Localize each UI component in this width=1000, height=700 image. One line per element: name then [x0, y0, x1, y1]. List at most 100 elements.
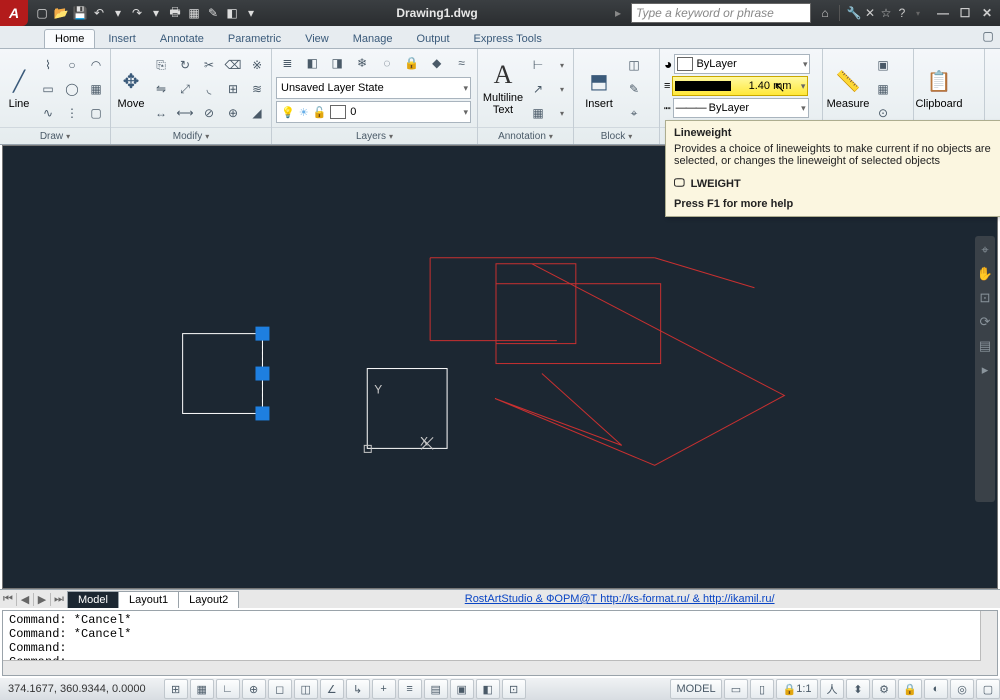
save-icon[interactable]: 💾 — [72, 5, 88, 21]
mirror-icon[interactable]: ⇋ — [149, 77, 173, 101]
region-icon[interactable]: ▢ — [84, 101, 108, 125]
steering-wheel-icon[interactable]: ⌖ — [981, 242, 988, 258]
snap-icon[interactable]: ⊞ — [164, 679, 188, 699]
redo-icon[interactable]: ↷ — [129, 5, 145, 21]
minimize-button[interactable]: — — [934, 6, 952, 20]
tab-view[interactable]: View — [294, 29, 340, 48]
anno-scale[interactable]: 🔒 1:1 — [776, 679, 818, 699]
color-wheel-icon[interactable]: ◕ — [664, 56, 672, 72]
leader-icon[interactable]: ↗ — [526, 77, 550, 101]
measure-button[interactable]: 📏Measure — [827, 53, 869, 123]
tab-parametric[interactable]: Parametric — [217, 29, 292, 48]
panel-draw-title[interactable]: Draw▾ — [0, 127, 110, 144]
fillet-icon[interactable]: ◟ — [197, 77, 221, 101]
workspace-icon[interactable]: ⚙ — [872, 679, 896, 699]
table-icon[interactable]: ▦ — [526, 101, 550, 125]
point-icon[interactable]: ⋮ — [60, 101, 84, 125]
tab-express[interactable]: Express Tools — [463, 29, 553, 48]
plot-preview-icon[interactable]: ▦ — [186, 5, 202, 21]
polar-icon[interactable]: ⊕ — [242, 679, 266, 699]
properties-icon[interactable]: ◧ — [224, 5, 240, 21]
trim-icon[interactable]: ✂ — [197, 53, 221, 77]
copy-icon[interactable]: ⎘ — [149, 53, 173, 77]
tab-manage[interactable]: Manage — [342, 29, 404, 48]
quickview-layouts-icon[interactable]: ▭ — [724, 679, 748, 699]
layout-1[interactable]: Layout1 — [118, 591, 179, 608]
array-icon[interactable]: ⊞ — [221, 77, 245, 101]
nav-collapse-icon[interactable]: ▸ — [982, 362, 989, 378]
attr-edit-icon[interactable]: ⌖ — [622, 101, 646, 125]
tpy-icon[interactable]: ▤ — [424, 679, 448, 699]
scale-icon[interactable]: ⤢ — [173, 77, 197, 101]
line-button[interactable]: ╱Line — [4, 53, 34, 123]
redo-history-icon[interactable]: ▾ — [148, 5, 164, 21]
dim-drop-icon[interactable]: ▾ — [550, 53, 574, 77]
open-icon[interactable]: 📂 — [53, 5, 69, 21]
command-window[interactable]: Command: *Cancel* Command: *Cancel* Comm… — [2, 610, 998, 676]
favorite-icon[interactable]: ☆ — [878, 5, 894, 21]
hardware-accel-icon[interactable]: ◐ — [924, 679, 948, 699]
undo-icon[interactable]: ↶ — [91, 5, 107, 21]
close-button[interactable]: ✕ — [978, 6, 996, 20]
cmd-vscroll[interactable] — [980, 611, 997, 675]
insert-button[interactable]: ⬒Insert — [578, 53, 620, 123]
rotate-icon[interactable]: ↻ — [173, 53, 197, 77]
tab-annotate[interactable]: Annotate — [149, 29, 215, 48]
quickview-drawings-icon[interactable]: ▯ — [750, 679, 774, 699]
ad-link[interactable]: RostArtStudio & ФОРМ@Т http://ks-format.… — [239, 593, 1000, 605]
hatch-icon[interactable]: ▦ — [84, 77, 108, 101]
exchange-icon[interactable]: ✕ — [862, 5, 878, 21]
paste-button[interactable]: 📋Clipboard — [918, 53, 960, 123]
linetype-combo[interactable]: ———ByLayer▾ — [673, 98, 809, 118]
lwt-icon[interactable]: ≡ — [398, 679, 422, 699]
layer-make-icon[interactable]: ◆ — [425, 51, 448, 75]
nav-bar[interactable]: ⌖ ✋ ⊡ ⟳ ▤ ▸ — [975, 236, 995, 502]
tab-insert[interactable]: Insert — [97, 29, 147, 48]
layout-2[interactable]: Layout2 — [178, 591, 239, 608]
move-button[interactable]: ✥Move — [115, 53, 147, 123]
layer-current-combo[interactable]: 💡☀🔓0▾ — [276, 101, 471, 123]
infocenter-icon[interactable]: ⌂ — [817, 5, 833, 21]
table-drop-icon[interactable]: ▾ — [550, 101, 574, 125]
color-combo[interactable]: ByLayer▾ — [674, 54, 810, 74]
layout-prev-icon[interactable]: ◀ — [17, 593, 34, 606]
clean-screen-icon[interactable]: ▢ — [976, 679, 1000, 699]
lineweight-combo[interactable]: 1.40 mm▾ ↖ — [672, 76, 808, 96]
layer-match-icon[interactable]: ≈ — [450, 51, 473, 75]
lineweight-icon[interactable]: ≡ — [664, 80, 670, 92]
ellipse-icon[interactable]: ◯ — [60, 77, 84, 101]
help-drop-icon[interactable]: ▾ — [910, 5, 926, 21]
qat-more-icon[interactable]: ▾ — [243, 5, 259, 21]
layout-first-icon[interactable]: ⏮ — [0, 593, 17, 606]
panel-block-title[interactable]: Block▾ — [574, 127, 659, 144]
pan-icon[interactable]: ✋ — [977, 266, 993, 282]
3dosnap-icon[interactable]: ◫ — [294, 679, 318, 699]
isolate-icon[interactable]: ◎ — [950, 679, 974, 699]
polyline-icon[interactable]: ⌇ — [36, 53, 60, 77]
panel-modify-title[interactable]: Modify▾ — [111, 127, 271, 144]
zoom-extents-icon[interactable]: ⊡ — [980, 290, 991, 306]
panel-annotation-title[interactable]: Annotation▾ — [478, 127, 573, 144]
cmd-hscroll[interactable] — [3, 660, 981, 675]
circle-icon[interactable]: ○ — [60, 53, 84, 77]
dimension-icon[interactable]: ⊢ — [526, 53, 550, 77]
layer-lock-icon[interactable]: 🔒 — [400, 51, 423, 75]
panel-layers-title[interactable]: Layers▾ — [272, 127, 477, 144]
offset-icon[interactable]: ≋ — [245, 77, 269, 101]
qp-icon[interactable]: ▣ — [450, 679, 474, 699]
leader-drop-icon[interactable]: ▾ — [550, 77, 574, 101]
otrack-icon[interactable]: ∠ — [320, 679, 344, 699]
chamfer-icon[interactable]: ◢ — [245, 101, 269, 125]
arc-icon[interactable]: ◠ — [84, 53, 108, 77]
maximize-button[interactable]: ☐ — [956, 6, 974, 20]
explode-icon[interactable]: ※ — [245, 53, 269, 77]
help-icon[interactable]: ? — [894, 5, 910, 21]
print-icon[interactable]: 🖶 — [167, 5, 183, 21]
anno-auto-icon[interactable]: ⬍ — [846, 679, 870, 699]
lengthen-icon[interactable]: ⟷ — [173, 101, 197, 125]
search-input[interactable]: Type a keyword or phrase — [631, 3, 811, 23]
edit-block-icon[interactable]: ✎ — [622, 77, 646, 101]
layer-state-combo[interactable]: Unsaved Layer State▾ — [276, 77, 471, 99]
app-logo[interactable]: A — [0, 0, 28, 26]
layer-off-icon[interactable]: ◌ — [376, 51, 399, 75]
